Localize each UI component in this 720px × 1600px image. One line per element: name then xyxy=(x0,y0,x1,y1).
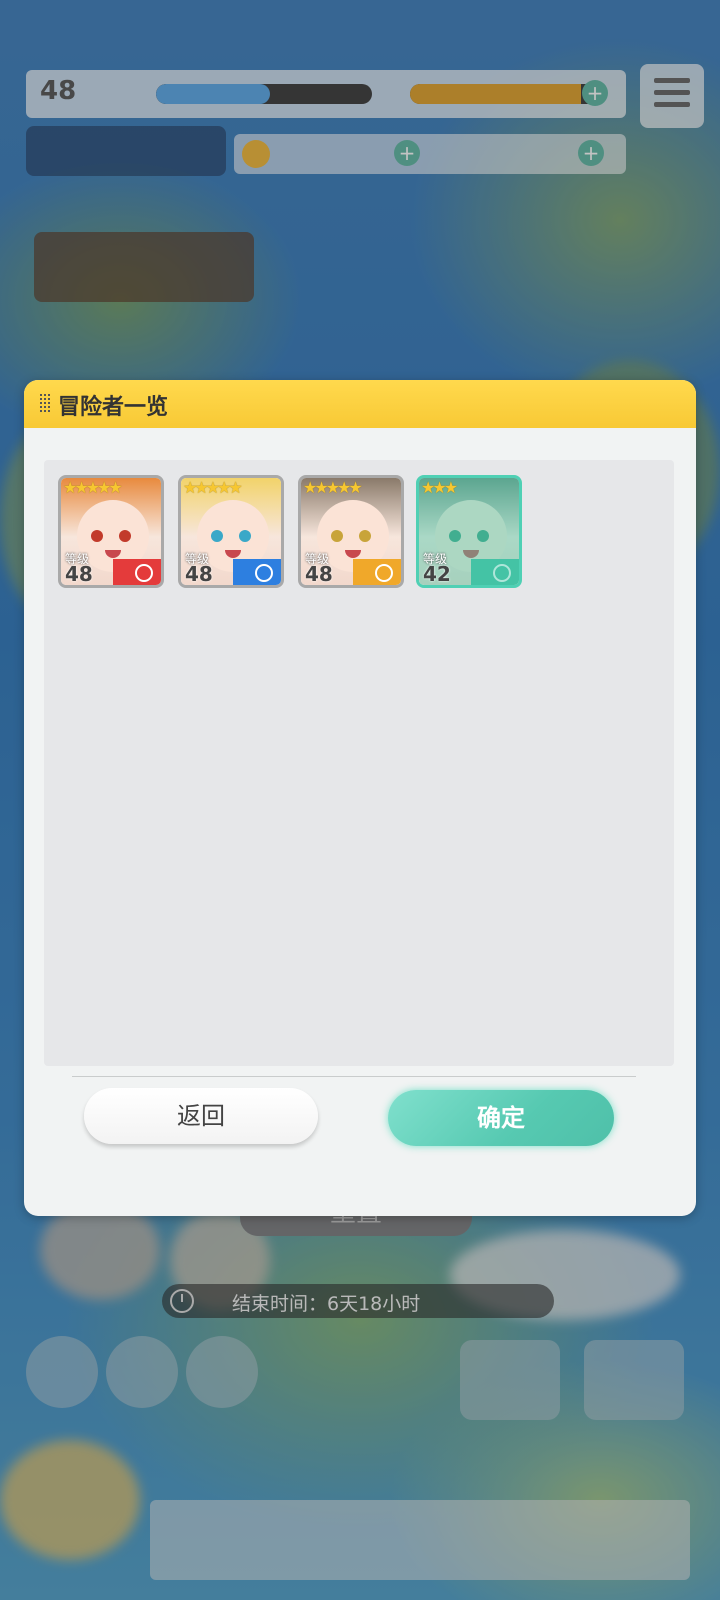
adventurer-card[interactable]: ★★★★★ 等级 48 xyxy=(178,475,284,588)
fire-attribute-icon xyxy=(135,564,153,582)
back-button[interactable]: 返回 xyxy=(84,1088,318,1144)
adventurer-list: ★★★★★ 等级 48 ★★★★★ 等级 48 ★★★★★ 等级 48 ★★★ 等级 42 xyxy=(44,460,674,1066)
rarity-stars: ★★★ xyxy=(421,478,458,497)
attribute-badge xyxy=(113,559,161,585)
attribute-badge xyxy=(353,559,401,585)
light-attribute-icon xyxy=(375,564,393,582)
divider xyxy=(72,1076,636,1077)
dialog-title: 冒险者一览 xyxy=(58,395,169,420)
confirm-button[interactable]: 确定 xyxy=(388,1090,614,1146)
adventurer-card[interactable]: ★★★ 等级 42 xyxy=(416,475,522,588)
adventurer-list-dialog: 冒险者一览 ★★★★★ 等级 48 ★★★★★ 等级 48 ★★★★★ 等级 48 ★★★ 等级 42… xyxy=(24,380,696,1216)
adventurer-card[interactable]: ★★★★★ 等级 48 xyxy=(298,475,404,588)
level-value: 42 xyxy=(423,562,451,586)
rarity-stars: ★★★★★ xyxy=(63,478,123,497)
dialog-header: 冒险者一览 xyxy=(24,380,696,428)
level-value: 48 xyxy=(185,562,213,586)
rarity-stars: ★★★★★ xyxy=(303,478,363,497)
grip-icon xyxy=(40,394,52,414)
adventurer-card[interactable]: ★★★★★ 等级 48 xyxy=(58,475,164,588)
attribute-badge xyxy=(233,559,281,585)
water-attribute-icon xyxy=(255,564,273,582)
level-value: 48 xyxy=(65,562,93,586)
rarity-stars: ★★★★★ xyxy=(183,478,243,497)
level-value: 48 xyxy=(305,562,333,586)
